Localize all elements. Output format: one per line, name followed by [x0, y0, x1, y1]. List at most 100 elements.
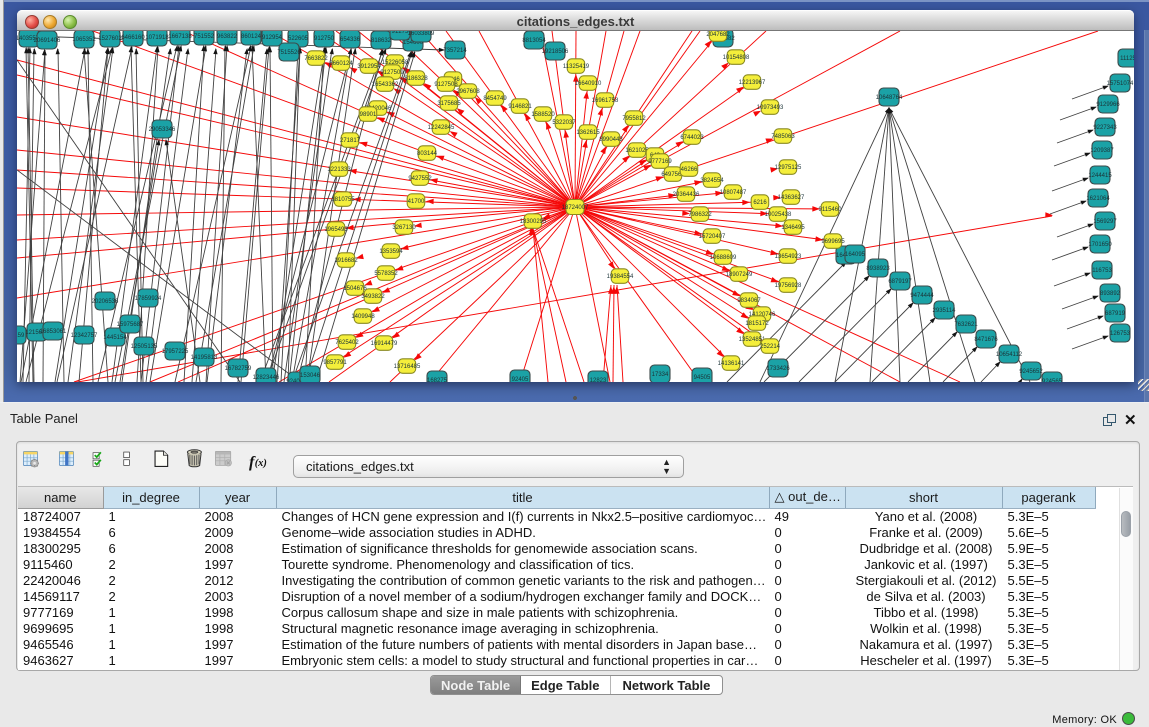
svg-text:12823: 12823	[590, 378, 607, 382]
svg-text:16640910: 16640910	[575, 81, 602, 87]
svg-text:1569297: 1569297	[1093, 219, 1117, 225]
svg-text:14363627: 14363627	[778, 195, 805, 201]
svg-text:1353594: 1353594	[379, 249, 403, 255]
svg-text:1445154: 1445154	[103, 335, 127, 341]
svg-text:13654923: 13654923	[775, 254, 802, 260]
svg-text:818632: 818632	[371, 38, 392, 44]
svg-text:5578352: 5578352	[374, 271, 398, 277]
svg-text:3267130: 3267130	[392, 225, 416, 231]
svg-text:860124: 860124	[241, 34, 262, 40]
svg-text:1810755: 1810755	[331, 197, 355, 203]
svg-text:751552: 751552	[194, 34, 215, 40]
svg-text:912954: 912954	[262, 35, 283, 41]
svg-text:8813054: 8813054	[522, 38, 546, 44]
svg-text:9245652: 9245652	[1019, 369, 1043, 375]
svg-text:8660124: 8660124	[329, 61, 353, 67]
svg-text:8454749: 8454749	[483, 96, 507, 102]
svg-text:1221333: 1221333	[327, 167, 351, 173]
svg-text:9699695: 9699695	[821, 239, 845, 245]
svg-text:522605: 522605	[288, 36, 309, 42]
svg-text:10025438: 10025438	[765, 212, 792, 218]
svg-text:1409948: 1409948	[351, 314, 375, 320]
svg-text:12213967: 12213967	[739, 80, 766, 86]
svg-text:94505: 94505	[694, 375, 711, 381]
svg-text:1209387: 1209387	[1090, 148, 1114, 154]
svg-text:8186328: 8186328	[404, 76, 428, 82]
svg-text:7625402: 7625402	[335, 340, 359, 346]
svg-text:(x): (x)	[255, 458, 267, 469]
svg-text:7357214: 7357214	[443, 48, 467, 54]
svg-text:9777169: 9777169	[648, 159, 672, 165]
svg-text:1527602: 1527602	[98, 36, 122, 42]
svg-text:1916682: 1916682	[334, 258, 358, 264]
svg-text:9227343: 9227343	[1093, 125, 1117, 131]
svg-text:18724007: 18724007	[562, 205, 589, 211]
svg-text:11325419: 11325419	[563, 64, 590, 70]
svg-text:1701650: 1701650	[1088, 242, 1112, 248]
svg-text:1621064: 1621064	[1086, 196, 1110, 202]
svg-text:1346495: 1346495	[781, 225, 805, 231]
svg-text:912750: 912750	[314, 36, 335, 42]
svg-text:7632621: 7632621	[954, 322, 978, 328]
svg-text:10688609: 10688609	[710, 255, 737, 261]
svg-text:9427552: 9427552	[408, 176, 432, 182]
svg-text:803144: 803144	[417, 151, 438, 157]
svg-text:9474444: 9474444	[910, 293, 934, 299]
svg-text:10973493: 10973493	[757, 105, 784, 111]
svg-text:7955812: 7955812	[622, 116, 646, 122]
svg-text:92405: 92405	[512, 377, 529, 382]
svg-text:271817: 271817	[340, 138, 361, 144]
svg-text:2967608: 2967608	[456, 89, 480, 95]
svg-text:10807487: 10807487	[720, 190, 747, 196]
svg-text:6216: 6216	[753, 200, 767, 206]
svg-text:10654112: 10654112	[996, 352, 1023, 358]
svg-text:9127508: 9127508	[434, 82, 458, 88]
svg-text:12342757: 12342757	[71, 333, 98, 339]
svg-text:12975125: 12975125	[775, 165, 802, 171]
svg-text:1065352: 1065352	[72, 37, 96, 43]
svg-text:7515526: 7515526	[277, 50, 301, 56]
svg-text:10154808: 10154808	[723, 55, 750, 61]
svg-text:654336: 654336	[340, 37, 361, 43]
svg-text:15751074: 15751074	[1107, 81, 1134, 87]
svg-text:16961758: 16961758	[592, 98, 619, 104]
svg-text:1244415: 1244415	[1088, 173, 1112, 179]
svg-text:126753: 126753	[1110, 331, 1131, 337]
svg-text:2935114: 2935114	[933, 308, 957, 314]
svg-text:17957225: 17957225	[162, 349, 189, 355]
svg-text:1815172: 1815172	[745, 321, 769, 327]
svg-text:18907249: 18907249	[726, 272, 753, 278]
svg-text:11125: 11125	[1120, 56, 1134, 62]
svg-text:12242845: 12242845	[428, 125, 455, 131]
svg-text:10648764: 10648764	[876, 95, 903, 101]
svg-text:18300295: 18300295	[520, 219, 547, 225]
svg-text:252214: 252214	[760, 344, 781, 350]
svg-text:14136141: 14136141	[718, 361, 745, 367]
svg-text:1362615: 1362615	[576, 130, 600, 136]
svg-text:2047682: 2047682	[706, 32, 730, 38]
svg-text:963822: 963822	[217, 34, 238, 40]
svg-text:19756928: 19756928	[775, 283, 802, 289]
svg-text:3175685: 3175685	[437, 101, 461, 107]
svg-text:12823446: 12823446	[253, 375, 280, 381]
svg-text:7986322: 7986322	[688, 212, 712, 218]
svg-text:15720407: 15720407	[699, 234, 726, 240]
svg-text:8471676: 8471676	[974, 337, 998, 343]
svg-text:1965493: 1965493	[324, 227, 348, 233]
svg-text:7663822: 7663822	[304, 56, 328, 62]
svg-text:12505135: 12505135	[131, 344, 158, 350]
svg-text:9146821: 9146821	[508, 104, 532, 110]
svg-text:20691406: 20691406	[34, 38, 61, 44]
svg-text:168275: 168275	[427, 378, 448, 382]
svg-text:16914479: 16914479	[371, 341, 398, 347]
svg-text:9129966: 9129966	[1096, 102, 1120, 108]
svg-text:16543362: 16543362	[372, 82, 399, 88]
svg-text:687919: 687919	[1105, 311, 1126, 317]
svg-text:91275: 91275	[392, 31, 409, 35]
svg-text:13716485: 13716485	[394, 364, 421, 370]
svg-text:164095: 164095	[845, 252, 866, 258]
svg-text:8990443: 8990443	[599, 137, 623, 143]
svg-text:14195813: 14195813	[191, 355, 218, 361]
svg-text:19218506: 19218506	[542, 49, 569, 55]
svg-text:3824554: 3824554	[700, 178, 724, 184]
